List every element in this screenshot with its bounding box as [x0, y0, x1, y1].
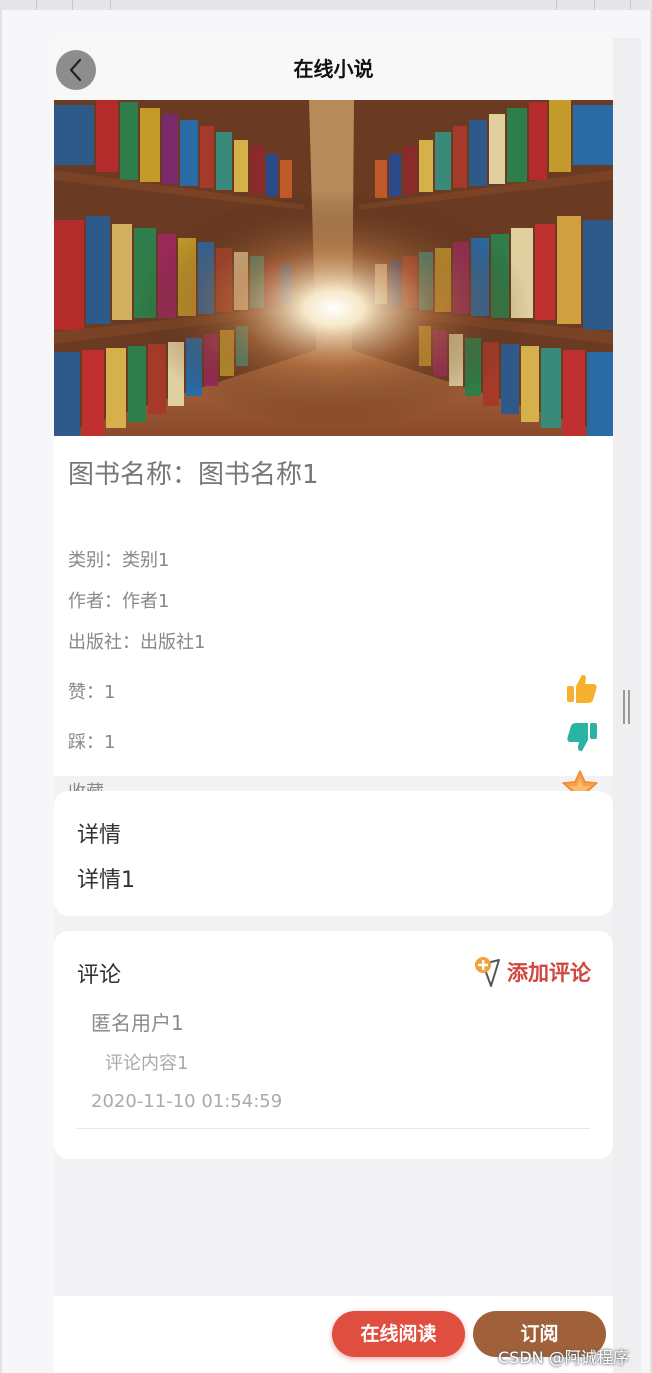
browser-top-strip [0, 0, 652, 10]
add-comment-button[interactable]: 添加评论 [473, 953, 591, 991]
book-publisher: 出版社：出版社1 [68, 632, 206, 653]
dislikes-count: 踩：1 [68, 732, 116, 753]
page-title: 在线小说 [293, 57, 374, 81]
thumbs-up-icon[interactable] [565, 672, 599, 710]
bookshelf-image [54, 100, 613, 436]
detail-card: 详情 详情1 [54, 791, 613, 916]
comments-card: 评论 添加评论 匿名用户1 评论内容1 2020-11-10 01:54:59 [54, 931, 613, 1159]
banner-carousel[interactable] [54, 100, 613, 436]
comment-user: 匿名用户1 [91, 1011, 184, 1035]
chevron-left-icon [69, 58, 82, 82]
comments-title: 评论 [77, 963, 122, 988]
comment-time: 2020-11-10 01:54:59 [91, 1091, 283, 1112]
book-info-panel: 图书名称：图书名称1 类别：类别1 作者：作者1 出版社：出版社1 赞：1 踩：… [54, 436, 613, 804]
back-button[interactable] [56, 50, 96, 90]
resize-handle[interactable] [623, 690, 631, 724]
app-header: 在线小说 [54, 38, 613, 100]
add-comment-label: 添加评论 [507, 961, 591, 985]
likes-count: 赞：1 [68, 682, 116, 703]
book-name: 图书名称：图书名称1 [68, 460, 319, 490]
detail-content: 详情1 [77, 868, 135, 893]
watermark: CSDN @阿诚程序 [498, 1348, 629, 1367]
comment-divider [76, 1128, 590, 1129]
window-left-border [0, 10, 2, 1373]
book-category: 类别：类别1 [68, 550, 170, 571]
comment-content: 评论内容1 [105, 1053, 189, 1074]
read-online-button[interactable]: 在线阅读 [332, 1311, 465, 1357]
book-author: 作者：作者1 [68, 591, 170, 612]
detail-title: 详情 [77, 823, 122, 848]
thumbs-down-icon[interactable] [565, 720, 599, 758]
add-comment-icon [475, 957, 500, 987]
phone-screen: 在线小说 图书名称：图书名称1 类别：类别1 作者：作者1 出版社：出版社1 赞… [54, 38, 613, 1373]
